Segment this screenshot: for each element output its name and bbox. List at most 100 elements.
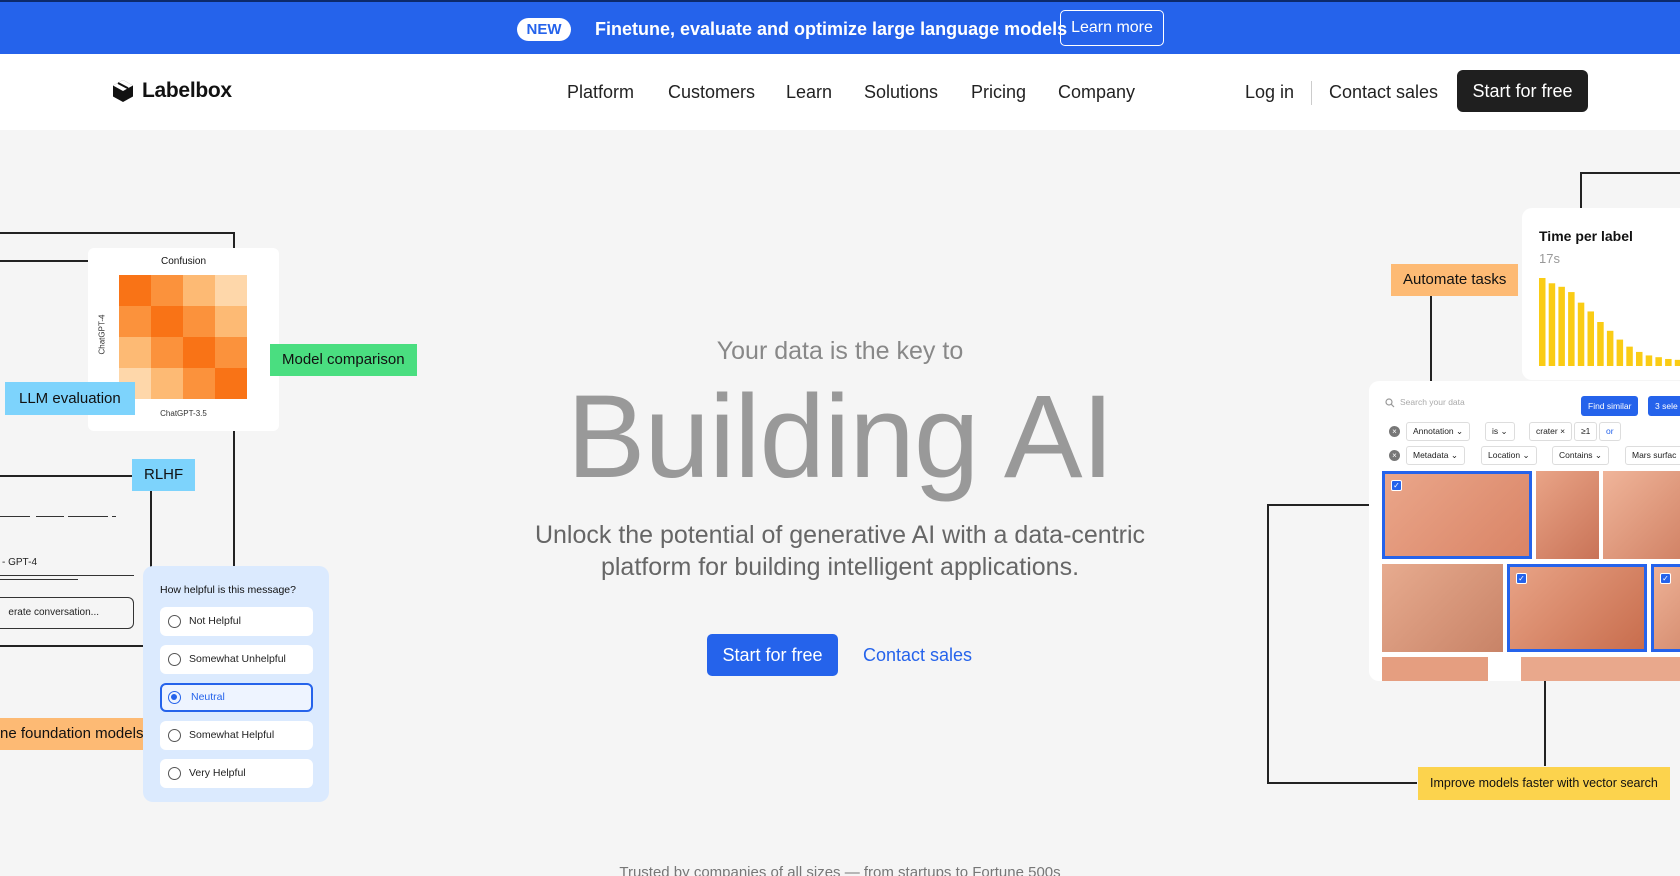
confusion-cell <box>119 275 151 306</box>
start-for-free-hero-button[interactable]: Start for free <box>707 634 838 676</box>
time-bar <box>1645 355 1653 366</box>
survey-option-neutral[interactable]: Neutral <box>160 683 313 712</box>
nav-link-company[interactable]: Company <box>1058 82 1135 103</box>
confusion-cell <box>215 306 247 337</box>
chip-label: is <box>1492 426 1499 436</box>
time-bar <box>1616 339 1624 366</box>
time-bar <box>1558 286 1565 366</box>
connector-line <box>1544 680 1546 766</box>
option-label: Somewhat Unhelpful <box>189 653 286 665</box>
survey-option-very-helpful[interactable]: Very Helpful <box>160 759 313 788</box>
connector-line <box>150 491 152 567</box>
learn-more-button[interactable]: Learn more <box>1060 10 1164 46</box>
option-label: Neutral <box>191 691 225 703</box>
search-input[interactable]: Search your data <box>1400 397 1465 407</box>
nav-link-customers[interactable]: Customers <box>668 82 755 103</box>
divider <box>68 516 108 517</box>
image-tile[interactable] <box>1521 657 1680 681</box>
option-label: Somewhat Helpful <box>189 729 275 741</box>
filter-metadata-chip[interactable]: Metadata ⌄ <box>1406 446 1465 465</box>
hero-subtitle: Your data is the key to <box>716 337 964 365</box>
announcement-message: Finetune, evaluate and optimize large la… <box>595 19 1068 39</box>
filter-location-chip[interactable]: Location ⌄ <box>1481 446 1537 465</box>
filter-operator-chip[interactable]: is ⌄ <box>1485 422 1515 441</box>
top-navigation: Labelbox Platform Customers Learn Soluti… <box>0 54 1680 130</box>
time-per-label-card: Time per label 17s <box>1522 208 1680 380</box>
divider <box>0 575 134 576</box>
foundation-models-tag: ne foundation models <box>0 718 156 750</box>
selected-count-button[interactable]: 3 sele <box>1648 396 1680 416</box>
divider <box>0 516 30 517</box>
divider <box>0 579 78 580</box>
chip-label: Annotation <box>1413 426 1454 436</box>
confusion-cell <box>215 275 247 306</box>
nav-link-learn[interactable]: Learn <box>786 82 832 103</box>
filter-contains-chip[interactable]: Contains ⌄ <box>1552 446 1610 465</box>
time-bar <box>1597 322 1604 366</box>
filter-or-chip[interactable]: or <box>1599 422 1621 441</box>
filter-value-chip[interactable]: crater × <box>1529 422 1573 441</box>
remove-filter-icon[interactable]: × <box>1389 450 1400 461</box>
connector-line <box>1430 296 1432 382</box>
remove-filter-icon[interactable]: × <box>1389 426 1400 437</box>
announcement-bar: NEW Finetune, evaluate and optimize larg… <box>0 0 1680 54</box>
contact-sales-link[interactable]: Contact sales <box>1329 82 1438 103</box>
nav-divider <box>1311 81 1312 105</box>
automate-tasks-tag: Automate tasks <box>1391 264 1519 296</box>
nav-link-platform[interactable]: Platform <box>567 82 634 103</box>
new-badge: NEW <box>517 18 571 41</box>
survey-option-somewhat-helpful[interactable]: Somewhat Helpful <box>160 721 313 750</box>
divider <box>36 516 64 517</box>
login-link[interactable]: Log in <box>1245 82 1294 103</box>
survey-question: How helpful is this message? <box>160 584 296 596</box>
search-icon <box>1385 398 1395 408</box>
connector-line <box>1580 172 1582 208</box>
checkbox-checked-icon: ✓ <box>1391 480 1402 491</box>
time-bar <box>1655 357 1662 366</box>
brand-logo[interactable]: Labelbox <box>112 79 232 103</box>
hero-description: Unlock the potential of generative AI wi… <box>534 521 1146 581</box>
option-label: Not Helpful <box>189 615 241 627</box>
time-bar <box>1626 346 1633 366</box>
confusion-title: Confusion <box>160 256 207 267</box>
filter-count-chip[interactable]: ≥1 <box>1574 422 1598 441</box>
gpt4-label: - GPT-4 <box>2 557 38 568</box>
survey-option-not-helpful[interactable]: Not Helpful <box>160 607 313 636</box>
time-bar <box>1665 358 1672 366</box>
chip-label: crater <box>1536 426 1558 436</box>
filter-annotation-chip[interactable]: Annotation ⌄ <box>1406 422 1471 441</box>
image-tile[interactable]: ✓ <box>1382 471 1532 559</box>
checkbox-checked-icon: ✓ <box>1516 573 1527 584</box>
conversation-pill-text: erate conversation... <box>8 607 99 618</box>
contact-sales-hero-link[interactable]: Contact sales <box>863 645 972 666</box>
image-tile[interactable] <box>1382 657 1488 681</box>
image-tile[interactable] <box>1536 471 1599 559</box>
radio-selected-icon <box>168 691 181 704</box>
connector-line <box>1267 504 1369 506</box>
time-bar <box>1577 302 1585 366</box>
confusion-cell <box>151 275 183 306</box>
time-bar <box>1636 351 1643 366</box>
connector-line <box>1580 172 1680 174</box>
time-per-label-value: 17s <box>1539 251 1560 266</box>
image-tile[interactable]: ✓ <box>1651 564 1680 652</box>
time-bar <box>1568 292 1575 366</box>
chip-label: ≥1 <box>1581 426 1591 436</box>
nav-link-pricing[interactable]: Pricing <box>971 82 1026 103</box>
survey-option-somewhat-unhelpful[interactable]: Somewhat Unhelpful <box>160 645 313 674</box>
vector-search-tag: Improve models faster with vector search <box>1418 767 1670 800</box>
chip-label: Contains <box>1559 450 1593 460</box>
filter-mars-chip[interactable]: Mars surfac <box>1625 446 1680 465</box>
image-tile[interactable] <box>1603 471 1680 559</box>
find-similar-button[interactable]: Find similar <box>1581 396 1639 416</box>
start-for-free-nav-button[interactable]: Start for free <box>1457 70 1588 112</box>
nav-link-solutions[interactable]: Solutions <box>864 82 938 103</box>
time-bar <box>1548 283 1556 366</box>
image-tile[interactable] <box>1382 564 1503 652</box>
image-tile[interactable]: ✓ <box>1507 564 1647 652</box>
confusion-cell <box>119 306 151 337</box>
confusion-cell <box>183 306 215 337</box>
chip-label: Mars surfac <box>1632 450 1677 460</box>
divider <box>112 516 116 517</box>
time-bar <box>1606 330 1614 366</box>
